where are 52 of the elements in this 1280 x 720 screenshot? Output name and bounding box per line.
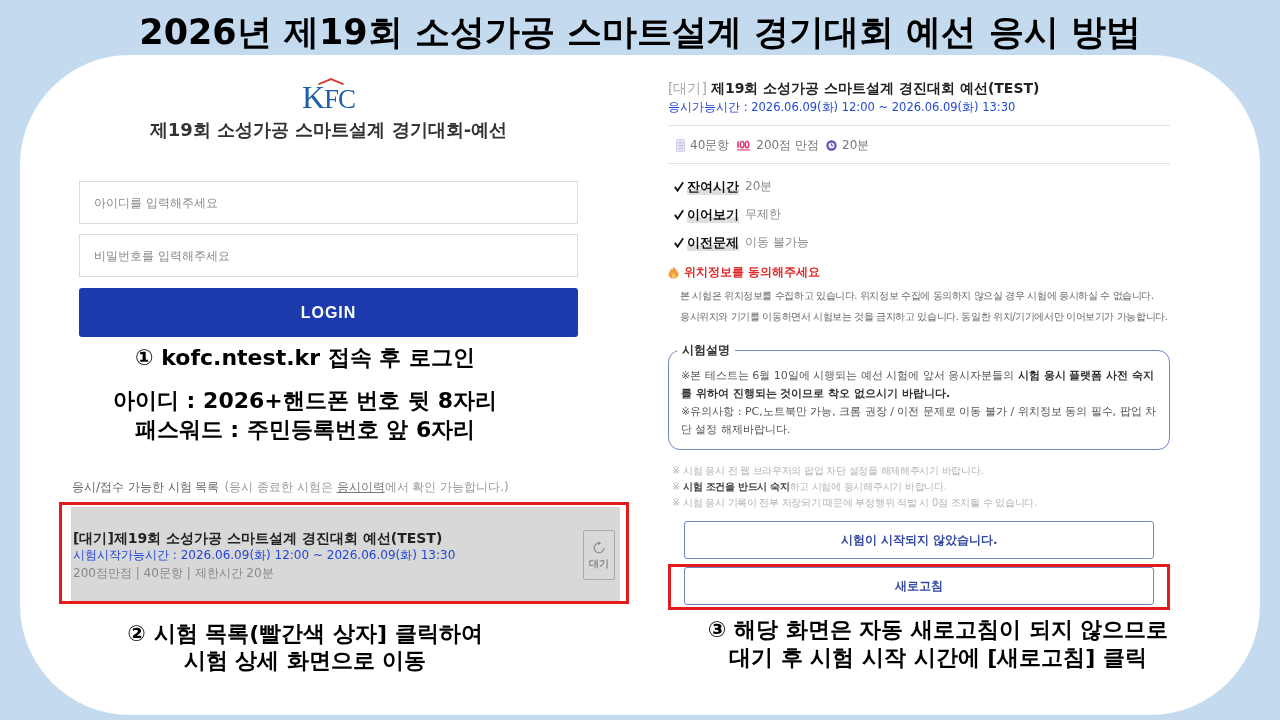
id-field[interactable]: 아이디를 입력해주세요 <box>79 181 578 224</box>
stat-text: 40문항 <box>690 137 730 154</box>
stat-text: 200점 만점 <box>756 137 819 154</box>
page-title: 2026년 제19회 소성가공 스마트설계 경기대회 예선 응시 방법 <box>139 10 1141 54</box>
flame-icon <box>668 265 679 279</box>
list-note: (응시 종료한 시험은 응시이력에서 확인 가능합니다.) <box>224 479 509 496</box>
note-text: ※ 시험 응시 기록이 전부 저장되기 때문에 부정행위 적발 시 0점 조치될 수 있습니다. <box>672 496 1037 510</box>
refresh-button[interactable]: 새로고침 <box>684 567 1154 605</box>
document-icon <box>676 138 685 152</box>
note-text: ※ 시험 조건을 반드시 숙지하고 시험에 응시해주시기 바랍니다. <box>672 480 947 494</box>
exam-meta: 200점만점 | 40문항 | 제한시간 20분 <box>73 565 274 582</box>
exam-list-item[interactable]: [대기]제19회 소성가공 스마트설계 경진대회 예선(TEST) 시험시작가능시간 : 2026.06.09(화) 12:00 ~ 2026.06.09(화) 13:30 200점만점 | 40문항 | 제한시간 20분 대기 <box>71 507 620 601</box>
notice-text: 본 시험은 위치정보를 수집하고 있습니다. 위치정보 수집에 동의하지 않으실 경우 시험에 응시하실 수 없습니다. <box>680 289 1154 303</box>
status-label: 대기 <box>589 557 609 570</box>
condition-label: 이전문제 <box>687 233 739 251</box>
step-caption: 대기 후 시험 시작 시간에 [새로고침] 클릭 <box>728 644 1148 672</box>
check-icon <box>674 208 684 220</box>
list-heading: 응시/접수 가능한 시험 목록 <box>72 479 220 496</box>
description-text: ※본 테스트는 6월 10일에 시행되는 예선 시험에 앞서 응시자분들의 시험 응시 플랫폼 사전 숙지를 위하여 진행되는 것이므로 착오 없으시기 바랍니다. <box>681 368 1155 402</box>
exam-title: 제19회 소성가공 스마트설계 경진대회 예선(TEST) <box>710 79 1040 98</box>
note-text: ※ 시험 응시 전 웹 브라우저의 팝업 차단 설정을 해제해주시기 바랍니다. <box>672 464 984 478</box>
status-tag: [대기] <box>668 78 707 98</box>
description-title: 시험설명 <box>681 343 731 357</box>
hundred-points-icon <box>736 139 752 151</box>
history-link[interactable]: 응시이력 <box>336 480 385 494</box>
notice-text: 응시위치와 기기를 이동하면서 시험보는 것을 금지하고 있습니다. 동일한 위치/기기에서만 이어보기가 가능합니다. <box>680 310 1168 324</box>
competition-heading: 제19회 소성가공 스마트설계 경기대회-예선 <box>149 118 508 142</box>
stat-text: 20분 <box>842 137 870 154</box>
condition-label: 잔여시간 <box>687 177 739 195</box>
step-caption: 시험 상세 화면으로 이동 <box>183 647 427 674</box>
status-button[interactable]: 시험이 시작되지 않았습니다. <box>684 521 1154 559</box>
exam-title: [대기]제19회 소성가공 스마트설계 경진대회 예선(TEST) <box>73 529 443 547</box>
condition-value: 20분 <box>745 177 773 195</box>
refresh-icon <box>592 540 606 555</box>
exam-time: 응시가능시간 : 2026.06.09(화) 12:00 ~ 2026.06.09(화) 13:30 <box>668 99 1016 115</box>
condition-value: 무제한 <box>745 205 781 223</box>
instruction-line: 패스워드 : 주민등록번호 앞 6자리 <box>134 416 476 444</box>
login-button[interactable]: LOGIN <box>79 288 578 337</box>
condition-value: 이동 불가능 <box>745 233 809 251</box>
clock-icon <box>826 139 837 151</box>
check-icon <box>674 180 684 192</box>
check-icon <box>674 236 684 248</box>
instruction-line: 아이디 : 2026+핸드폰 번호 뒷 8자리 <box>112 387 498 415</box>
step-caption: ② 시험 목록(빨간색 상자] 클릭하여 <box>127 620 483 647</box>
step-caption: ① kofc.ntest.kr 접속 후 로그인 <box>135 344 475 372</box>
logo: KFC <box>301 78 356 112</box>
description-text: ※유의사항 : PC,노트북만 가능, 크롬 권장 / 이전 문제로 이동 불가 / 위치정보 동의 필수, 팝업 차단 설정 해제바랍니다. <box>681 404 1157 438</box>
notice-title: 위치정보를 동의해주세요 <box>684 264 821 281</box>
step-caption: ③ 해당 화면은 자동 새로고침이 되지 않으므로 <box>707 616 1169 644</box>
password-field[interactable]: 비밀번호를 입력해주세요 <box>79 234 578 277</box>
exam-time: 시험시작가능시간 : 2026.06.09(화) 12:00 ~ 2026.06.09(화) 13:30 <box>73 547 456 564</box>
condition-label: 이어보기 <box>687 205 739 223</box>
